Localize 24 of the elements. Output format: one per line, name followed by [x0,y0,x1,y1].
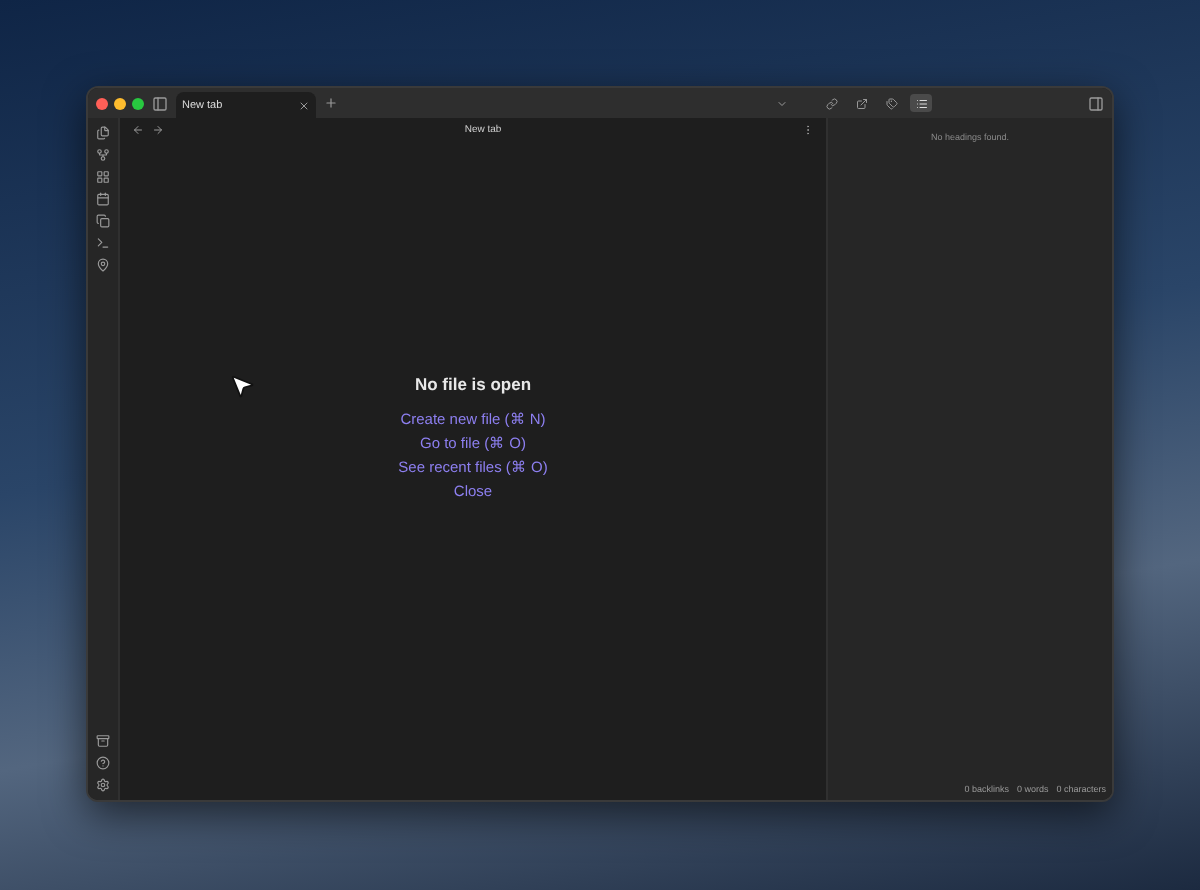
mouse-pointer-icon [228,372,256,400]
close-window-button[interactable] [96,97,108,109]
grid-icon[interactable] [96,170,110,184]
settings-icon[interactable] [96,778,110,792]
help-icon[interactable] [96,756,110,770]
sidebar-toggle-icon[interactable] [1088,95,1104,111]
terminal-icon[interactable] [96,236,110,250]
back-arrow-icon[interactable] [132,124,144,136]
close-icon[interactable] [298,99,310,111]
sidebar-toggle-icon[interactable] [152,95,168,111]
zoom-window-button[interactable] [132,97,144,109]
forward-arrow-icon[interactable] [152,124,164,136]
tags-icon[interactable] [880,94,902,112]
minimize-window-button[interactable] [114,97,126,109]
pin-icon[interactable] [96,258,110,272]
empty-state-title: No file is open [414,374,532,394]
list-icon[interactable] [910,94,932,112]
copy-icon[interactable] [96,214,110,228]
plus-icon[interactable] [324,96,338,110]
calendar-icon[interactable] [96,192,110,206]
archive-icon[interactable] [96,734,110,748]
fork-icon[interactable] [96,148,110,162]
link-icon[interactable] [820,94,842,112]
files-icon[interactable] [96,126,110,140]
